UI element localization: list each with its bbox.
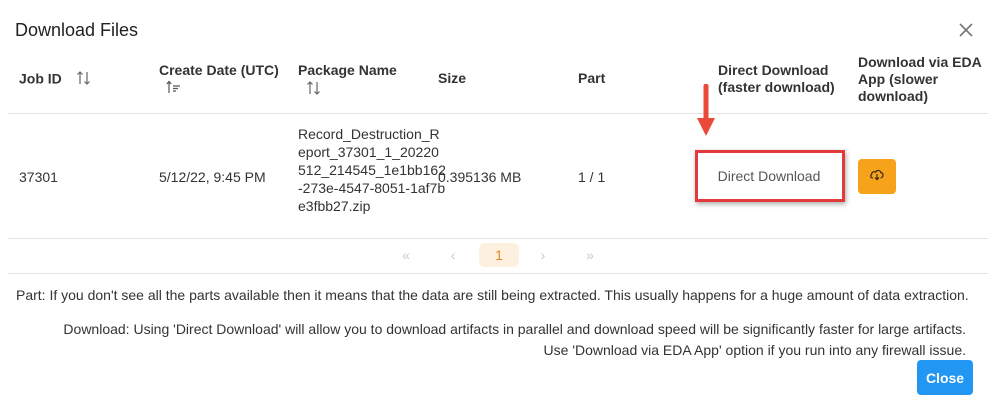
- footer-divider: [8, 273, 988, 274]
- annotation-arrow-icon: [695, 83, 717, 145]
- cell-part: 1 / 1: [578, 169, 606, 185]
- download-note-line1: Download: Using 'Direct Download' will a…: [63, 321, 966, 337]
- download-note-line2: Use 'Download via EDA App' option if you…: [543, 342, 966, 358]
- close-button[interactable]: Close: [917, 360, 973, 395]
- prev-page-button[interactable]: ‹: [443, 243, 463, 267]
- dialog-title: Download Files: [15, 20, 139, 40]
- row-divider: [8, 238, 988, 239]
- part-note: Part: If you don't see all the parts ava…: [16, 287, 969, 303]
- sort-ascending-icon[interactable]: [166, 80, 182, 98]
- header-eda-line3: download): [858, 88, 928, 104]
- header-divider: [8, 113, 988, 114]
- header-direct-download-line2: (faster download): [718, 79, 835, 95]
- next-page-button[interactable]: ›: [533, 243, 553, 267]
- header-create-date[interactable]: Create Date (UTC): [159, 62, 279, 98]
- last-page-button[interactable]: »: [580, 243, 600, 267]
- header-eda-line2: App (slower: [858, 71, 939, 87]
- header-eda-download: Download via EDA App (slower download): [858, 54, 982, 105]
- header-create-date-label: Create Date (UTC): [159, 62, 279, 78]
- header-eda-line1: Download via EDA: [858, 54, 982, 70]
- close-icon[interactable]: [956, 20, 976, 40]
- cell-job-id: 37301: [19, 169, 58, 185]
- cell-size: 0.395136 MB: [438, 169, 522, 185]
- eda-download-button[interactable]: [858, 159, 896, 194]
- current-page-button[interactable]: 1: [479, 243, 519, 267]
- first-page-button[interactable]: «: [396, 243, 416, 267]
- header-package-name[interactable]: Package Name: [298, 62, 397, 100]
- header-job-id[interactable]: Job ID: [19, 70, 92, 90]
- header-direct-download: Direct Download (faster download): [718, 62, 835, 96]
- header-package-name-label: Package Name: [298, 62, 397, 78]
- direct-download-button[interactable]: Direct Download: [703, 158, 835, 194]
- cell-package-name: Record_Destruction_Report_37301_1_202205…: [298, 126, 446, 214]
- header-job-id-label: Job ID: [19, 70, 62, 87]
- download-files-dialog: Download Files Job ID Create Date (UTC) …: [0, 0, 997, 400]
- header-part: Part: [578, 70, 606, 86]
- cell-create-date: 5/12/22, 9:45 PM: [159, 169, 266, 185]
- header-direct-download-line1: Direct Download: [718, 62, 829, 78]
- pagination: « ‹ 1 › »: [0, 243, 997, 267]
- cloud-download-icon: [869, 167, 885, 186]
- sort-icon[interactable]: [76, 70, 92, 90]
- header-size: Size: [438, 70, 467, 86]
- sort-icon[interactable]: [306, 80, 322, 100]
